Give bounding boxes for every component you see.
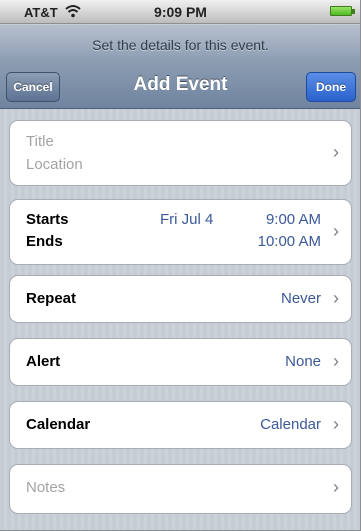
notes-placeholder: Notes bbox=[26, 479, 66, 496]
location-placeholder: Location bbox=[26, 156, 83, 173]
chevron-right-icon: › bbox=[333, 288, 339, 308]
calendar-label: Calendar bbox=[26, 416, 91, 433]
battery-tip bbox=[352, 9, 355, 14]
calendar-cell[interactable]: Calendar Calendar › bbox=[9, 401, 352, 449]
chevron-right-icon: › bbox=[333, 477, 339, 497]
clock: 9:09 PM bbox=[154, 4, 207, 20]
battery-icon bbox=[330, 6, 352, 16]
start-date: Fri Jul 4 bbox=[160, 211, 214, 228]
repeat-value: Never bbox=[280, 290, 321, 307]
alert-value: None bbox=[285, 353, 321, 370]
title-location-cell[interactable]: Title Location › bbox=[9, 120, 352, 186]
chevron-right-icon: › bbox=[333, 142, 339, 162]
title-placeholder: Title bbox=[26, 133, 54, 150]
repeat-label: Repeat bbox=[26, 290, 77, 307]
chevron-right-icon: › bbox=[333, 221, 339, 241]
navigation-bar: Set the details for this event. Cancel A… bbox=[0, 25, 361, 109]
starts-label: Starts bbox=[26, 211, 69, 228]
alert-cell[interactable]: Alert None › bbox=[9, 338, 352, 386]
starts-ends-cell[interactable]: Starts Ends Fri Jul 4 9:00 AM 10:00 AM › bbox=[9, 199, 352, 265]
chevron-right-icon: › bbox=[333, 351, 339, 371]
end-time: 10:00 AM bbox=[257, 233, 321, 250]
chevron-right-icon: › bbox=[333, 414, 339, 434]
repeat-cell[interactable]: Repeat Never › bbox=[9, 275, 352, 323]
calendar-value: Calendar bbox=[260, 416, 321, 433]
alert-label: Alert bbox=[26, 353, 61, 370]
ends-label: Ends bbox=[26, 233, 63, 250]
nav-prompt: Set the details for this event. bbox=[92, 37, 269, 53]
done-button[interactable]: Done bbox=[306, 72, 356, 102]
notes-cell[interactable]: Notes › bbox=[9, 464, 352, 514]
status-bar: AT&T 9:09 PM bbox=[0, 0, 361, 32]
start-time: 9:00 AM bbox=[265, 211, 321, 228]
